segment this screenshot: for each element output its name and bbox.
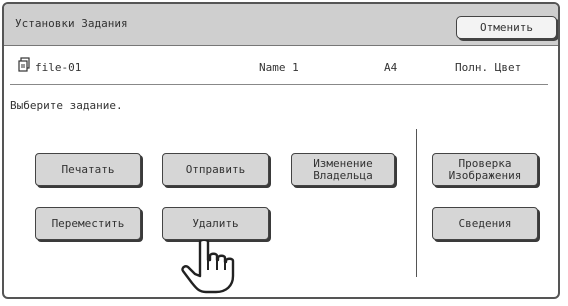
panel-title: Установки Задания	[15, 17, 128, 30]
title-bar: Установки Задания Отменить	[4, 4, 558, 46]
paper-size: A4	[384, 61, 398, 74]
move-button[interactable]: Переместить	[35, 207, 141, 240]
divider	[10, 84, 548, 85]
file-user: Name 1	[259, 61, 299, 74]
change-owner-label-line1: Изменение	[313, 156, 373, 170]
color-mode: Полн. Цвет	[455, 61, 522, 74]
details-button[interactable]: Сведения	[432, 207, 538, 240]
send-button[interactable]: Отправить	[162, 153, 269, 186]
file-name: file-01	[35, 61, 82, 74]
change-owner-label-line2: Владельца	[313, 168, 373, 182]
instruction-text: Выберите задание.	[10, 99, 123, 112]
job-settings-panel: Установки Задания Отменить file-01 Name …	[2, 2, 560, 299]
delete-button[interactable]: Удалить	[162, 207, 269, 240]
check-image-label-line2: Изображения	[448, 168, 522, 182]
check-image-label-line1: Проверка	[458, 156, 512, 170]
check-image-button[interactable]: Проверка Изображения	[432, 153, 538, 186]
cancel-button[interactable]: Отменить	[456, 16, 557, 39]
document-icon	[18, 57, 30, 72]
change-owner-button[interactable]: Изменение Владельца	[291, 153, 395, 186]
file-info-row: file-01 Name 1 A4 Полн. Цвет	[4, 54, 558, 82]
print-button[interactable]: Печатать	[35, 153, 141, 186]
vertical-divider	[416, 129, 417, 277]
hand-pointer-icon	[181, 240, 235, 294]
